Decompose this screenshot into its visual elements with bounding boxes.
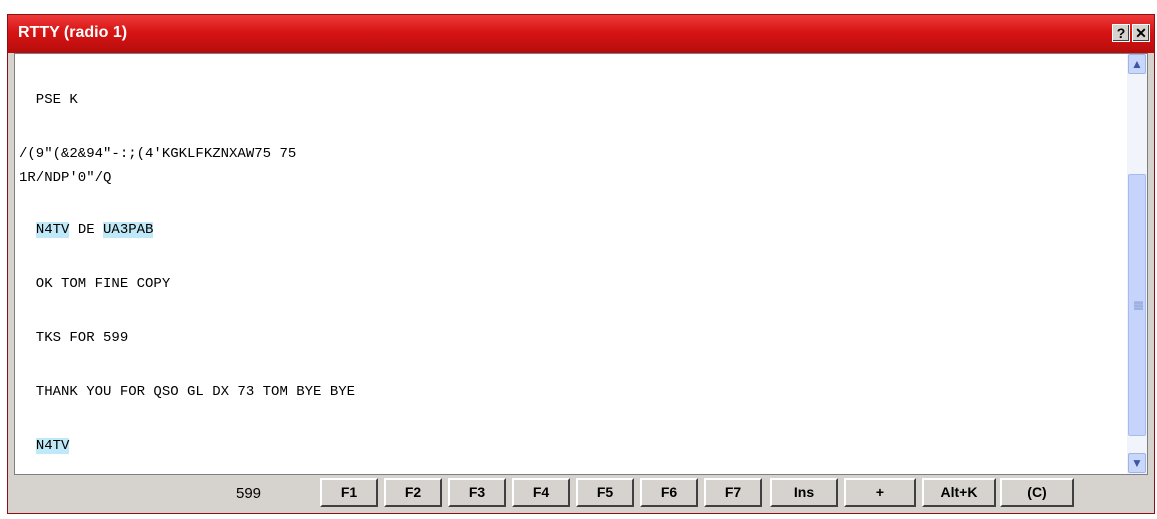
key-f2-button[interactable]: F2 bbox=[384, 478, 442, 507]
rst-value: 599 bbox=[236, 485, 262, 502]
receive-line: N4TV DE UA3PAB bbox=[19, 222, 154, 238]
scroll-down-icon[interactable]: ▼ bbox=[1128, 453, 1146, 473]
receive-line: PSE K bbox=[19, 92, 78, 108]
key-f1-button[interactable]: F1 bbox=[320, 478, 378, 507]
key-ins-button[interactable]: Ins bbox=[770, 478, 838, 507]
receive-line: OK TOM FINE COPY bbox=[19, 276, 171, 292]
key-alt-k-button[interactable]: Alt+K bbox=[922, 478, 996, 507]
line-prefix bbox=[19, 222, 36, 238]
receive-line: 1R/NDP'0"/Q bbox=[19, 170, 112, 186]
rtty-window: RTTY (radio 1) ? ✕ PSE K /(9"(&2&94"-:;(… bbox=[7, 14, 1155, 514]
callsign-n4tv[interactable]: N4TV bbox=[35, 438, 70, 454]
vertical-scrollbar[interactable]: ▲ ▬ ▬ ▬ ▼ bbox=[1127, 54, 1147, 474]
receive-text-area[interactable]: PSE K /(9"(&2&94"-:;(4'KGKLFKZNXAW75 75 … bbox=[15, 54, 1127, 474]
receive-line: TKS FOR 599 bbox=[19, 330, 129, 346]
line-text: DE bbox=[69, 222, 104, 238]
close-button[interactable]: ✕ bbox=[1132, 24, 1150, 42]
scroll-up-icon[interactable]: ▲ bbox=[1128, 54, 1146, 74]
grip-icon: ▬ ▬ ▬ bbox=[1134, 296, 1143, 312]
receive-pane: PSE K /(9"(&2&94"-:;(4'KGKLFKZNXAW75 75 … bbox=[14, 53, 1148, 475]
function-key-bar: 599 F1 F2 F3 F4 F5 F6 F7 Ins + Alt+K (C) bbox=[14, 477, 1148, 511]
key-f4-button[interactable]: F4 bbox=[512, 478, 570, 507]
receive-line: /(9"(&2&94"-:;(4'KGKLFKZNXAW75 75 bbox=[19, 146, 297, 162]
key-plus-button[interactable]: + bbox=[844, 478, 916, 507]
callsign-ua3pab[interactable]: UA3PAB bbox=[103, 222, 154, 238]
window-title: RTTY (radio 1) bbox=[18, 24, 128, 41]
scrollbar-thumb[interactable]: ▬ ▬ ▬ bbox=[1128, 174, 1146, 436]
receive-line: THANK YOU FOR QSO GL DX 73 TOM BYE BYE bbox=[19, 384, 356, 400]
help-button[interactable]: ? bbox=[1112, 24, 1130, 42]
key-f7-button[interactable]: F7 bbox=[704, 478, 762, 507]
key-f3-button[interactable]: F3 bbox=[448, 478, 506, 507]
line-prefix bbox=[19, 438, 36, 454]
key-f5-button[interactable]: F5 bbox=[576, 478, 634, 507]
key-c-button[interactable]: (C) bbox=[1000, 478, 1074, 507]
title-bar[interactable]: RTTY (radio 1) ? ✕ bbox=[8, 15, 1154, 53]
key-f6-button[interactable]: F6 bbox=[640, 478, 698, 507]
receive-line: N4TV bbox=[19, 438, 70, 454]
callsign-n4tv[interactable]: N4TV bbox=[35, 222, 70, 238]
